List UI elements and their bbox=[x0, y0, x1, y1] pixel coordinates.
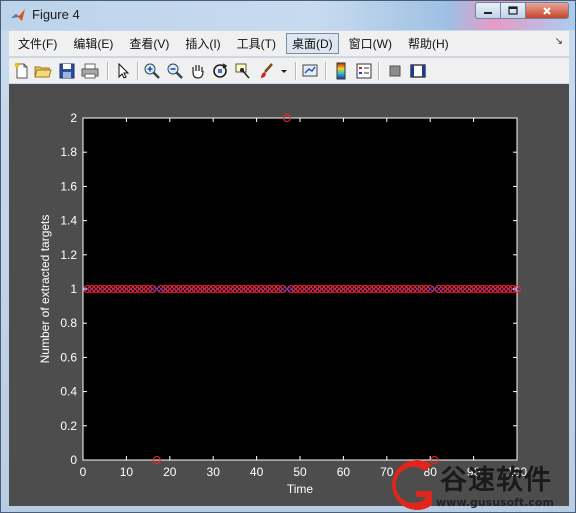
window-title: Figure 4 bbox=[32, 7, 80, 22]
colorbar-icon[interactable] bbox=[332, 62, 350, 80]
menu-file[interactable]: 文件(F) bbox=[12, 33, 63, 54]
toolbar-separator bbox=[325, 62, 327, 80]
rotate-3d-icon[interactable] bbox=[211, 62, 229, 80]
scatter-chart[interactable]: 0 10 20 30 40 50 60 70 80 90 10000.20.40.60.811.21… bbox=[9, 84, 569, 506]
menu-edit[interactable]: 编辑(E) bbox=[67, 33, 119, 54]
maximize-button[interactable] bbox=[500, 2, 525, 19]
y-tick-label: 0.6 bbox=[60, 350, 77, 364]
y-tick-label: 1.2 bbox=[60, 248, 77, 262]
close-button[interactable] bbox=[525, 2, 569, 19]
maximize-icon bbox=[508, 6, 518, 15]
zoom-out-icon[interactable] bbox=[166, 62, 184, 80]
y-tick-label: 1.6 bbox=[60, 179, 77, 193]
new-figure-icon[interactable] bbox=[13, 62, 31, 80]
y-tick-label: 0.4 bbox=[60, 385, 77, 399]
menu-help[interactable]: 帮助(H) bbox=[402, 33, 455, 54]
menu-insert[interactable]: 插入(I) bbox=[179, 33, 226, 54]
matlab-logo-icon bbox=[11, 9, 25, 21]
x-tick-label: 50 bbox=[293, 465, 307, 479]
close-icon bbox=[543, 6, 551, 15]
x-axis-label: Time bbox=[287, 482, 314, 496]
brush-icon[interactable] bbox=[258, 62, 276, 80]
y-tick-label: 0.8 bbox=[60, 316, 77, 330]
menu-view[interactable]: 查看(V) bbox=[123, 33, 175, 54]
toolbar-separator bbox=[107, 62, 109, 80]
select-arrow-icon[interactable] bbox=[114, 62, 132, 80]
pan-hand-icon[interactable] bbox=[189, 62, 207, 80]
save-icon[interactable] bbox=[58, 62, 76, 80]
figure-window: Figure 4 文件(F) 编辑(E) 查看(V) 插入(I) 工具(T) 桌… bbox=[0, 0, 576, 513]
zoom-in-icon[interactable] bbox=[143, 62, 161, 80]
menu-window[interactable]: 窗口(W) bbox=[343, 33, 398, 54]
y-tick-label: 1.8 bbox=[60, 145, 77, 159]
legend-icon[interactable] bbox=[355, 62, 373, 80]
figure-canvas: 0 10 20 30 40 50 60 70 80 90 100 0 0.2 0.4 0.6 0.8 1 1.2 1… bbox=[9, 84, 569, 506]
y-axis-label: Number of extracted targets bbox=[38, 215, 52, 364]
toolbar-separator bbox=[378, 62, 380, 80]
print-icon[interactable] bbox=[81, 62, 99, 80]
x-tick-label: 10 bbox=[120, 465, 134, 479]
open-file-icon[interactable] bbox=[34, 62, 52, 80]
x-tick-label: 0 bbox=[80, 465, 87, 479]
minimize-button[interactable] bbox=[475, 2, 500, 19]
y-tick-label: 0.2 bbox=[60, 419, 77, 433]
x-tick-label: 60 bbox=[337, 465, 351, 479]
y-tick-label: 1 bbox=[70, 282, 77, 296]
y-tick-label: 0 bbox=[70, 453, 77, 467]
watermark-url: www.gususoft.com bbox=[436, 496, 554, 509]
toolbar-separator bbox=[137, 62, 139, 80]
watermark-text: 谷速软件 bbox=[440, 465, 552, 496]
menu-desktop[interactable]: 桌面(D) bbox=[285, 33, 339, 54]
x-tick-label: 40 bbox=[250, 465, 264, 479]
menu-dock-arrow-icon[interactable]: ↘ bbox=[555, 36, 563, 47]
x-tick-label: 30 bbox=[207, 465, 221, 479]
menu-tools[interactable]: 工具(T) bbox=[231, 33, 282, 54]
minimize-icon bbox=[484, 11, 492, 14]
dropdown-arrow-icon[interactable] bbox=[279, 62, 289, 80]
show-plot-tools-icon[interactable] bbox=[409, 62, 427, 80]
figure-toolbar bbox=[9, 57, 569, 83]
title-bar[interactable]: Figure 4 bbox=[1, 1, 575, 30]
link-plot-icon[interactable] bbox=[301, 62, 319, 80]
toolbar-separator bbox=[295, 62, 297, 80]
data-cursor-icon[interactable] bbox=[234, 62, 252, 80]
hide-plot-tools-icon[interactable] bbox=[386, 62, 404, 80]
x-tick-label: 20 bbox=[163, 465, 177, 479]
y-tick-label: 1.4 bbox=[60, 214, 77, 228]
y-tick-label: 2 bbox=[70, 111, 77, 125]
menu-bar: 文件(F) 编辑(E) 查看(V) 插入(I) 工具(T) 桌面(D) 窗口(W… bbox=[9, 31, 569, 56]
